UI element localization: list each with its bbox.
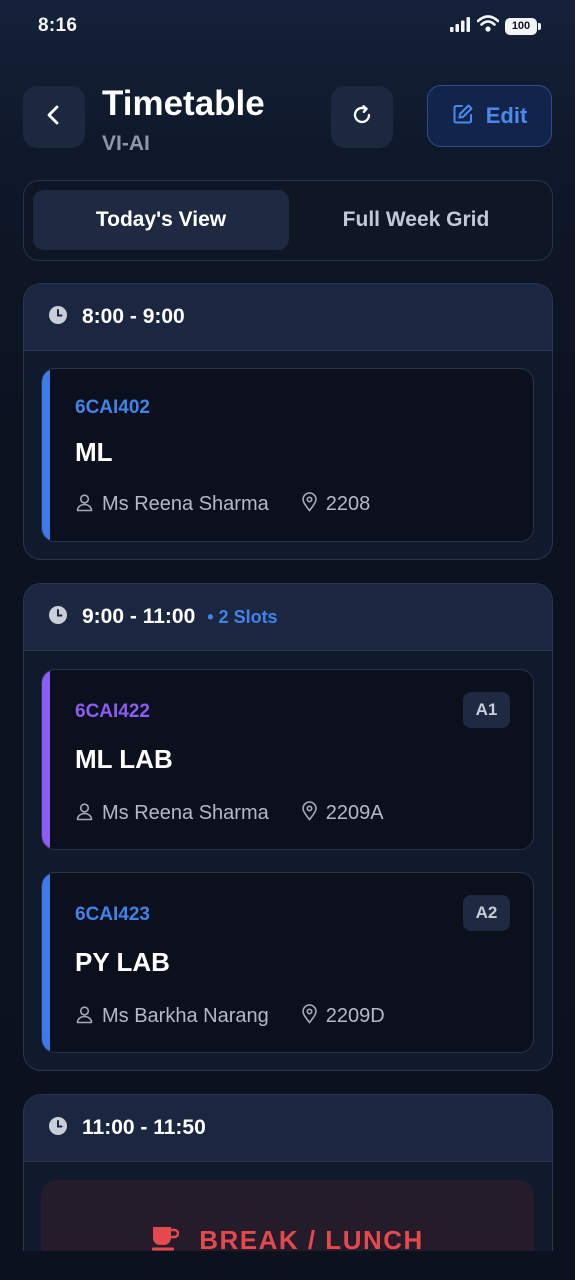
wifi-icon (476, 15, 500, 37)
clock-icon (48, 1116, 68, 1141)
slot-time: 9:00 - 11:00 (82, 605, 196, 628)
back-button[interactable] (23, 86, 85, 148)
timetable-list[interactable]: 8:00 - 9:00 6CAI402 ML Ms Reena Sharma 2… (23, 283, 553, 1251)
page-subtitle: VI-AI (102, 132, 150, 155)
header: Timetable VI-AI Edit (23, 84, 553, 164)
signal-icon (449, 16, 471, 37)
location-pin-icon (301, 492, 318, 517)
course-code: 6CAI402 (75, 397, 150, 418)
batch-tag: A2 (463, 895, 510, 931)
person-icon (75, 1005, 94, 1029)
room-number: 2209D (325, 1005, 385, 1027)
refresh-button[interactable] (331, 86, 393, 148)
location-pin-icon (301, 801, 318, 826)
course-name: PY LAB (75, 947, 170, 977)
course-code: 6CAI422 (75, 701, 150, 722)
edit-label: Edit (485, 103, 528, 128)
break-label: BREAK / LUNCH (199, 1224, 424, 1252)
course-name: ML LAB (75, 744, 173, 774)
battery-icon: 100 (505, 17, 541, 35)
status-bar: 8:16 100 (0, 0, 575, 52)
slot-header: 9:00 - 11:00 • 2 Slots (24, 584, 552, 651)
class-meta: Ms Reena Sharma 2208 (75, 492, 370, 517)
course-name: ML (75, 437, 113, 467)
slot-count: • 2 Slots (207, 606, 278, 627)
class-meta: Ms Barkha Narang 2209D (75, 1004, 385, 1029)
clock-icon (48, 305, 68, 330)
time-slot-group: 11:00 - 11:50 BREAK / LUNCH (23, 1094, 553, 1251)
class-card[interactable]: 6CAI423 PY LAB A2 Ms Barkha Narang 2209D (41, 872, 534, 1053)
room-number: 2208 (325, 493, 371, 515)
slot-time: 11:00 - 11:50 (82, 1116, 206, 1139)
status-time: 8:16 (38, 15, 78, 36)
back-icon (43, 104, 65, 131)
teacher-name: Ms Barkha Narang (102, 1005, 269, 1027)
slot-header: 11:00 - 11:50 (24, 1095, 552, 1162)
card-accent (42, 670, 50, 849)
card-accent (42, 369, 50, 541)
edit-icon (452, 103, 474, 130)
person-icon (75, 493, 94, 517)
timetable-screen: 8:16 100 Timetable VI-AI Edit Today's Vi… (0, 0, 575, 1280)
page-title: Timetable (102, 84, 265, 123)
batch-tag: A1 (463, 692, 510, 728)
tab-full-week-grid[interactable]: Full Week Grid (288, 190, 544, 250)
edit-button[interactable]: Edit (427, 85, 552, 147)
card-accent (42, 873, 50, 1052)
class-card[interactable]: 6CAI422 ML LAB A1 Ms Reena Sharma 2209A (41, 669, 534, 850)
refresh-icon (350, 103, 374, 132)
teacher-name: Ms Reena Sharma (102, 493, 269, 515)
class-meta: Ms Reena Sharma 2209A (75, 801, 384, 826)
break-card: BREAK / LUNCH (41, 1180, 534, 1251)
status-icons: 100 (449, 15, 541, 37)
class-card[interactable]: 6CAI402 ML Ms Reena Sharma 2208 (41, 368, 534, 542)
tab-todays-view[interactable]: Today's View (33, 190, 289, 250)
time-slot-group: 9:00 - 11:00 • 2 Slots 6CAI422 ML LAB A1… (23, 583, 553, 1071)
coffee-cup-icon (151, 1225, 180, 1252)
clock-icon (48, 605, 68, 630)
view-toggle: Today's View Full Week Grid (23, 180, 553, 261)
person-icon (75, 802, 94, 826)
teacher-name: Ms Reena Sharma (102, 802, 269, 824)
room-number: 2209A (325, 802, 384, 824)
slot-time: 8:00 - 9:00 (82, 305, 185, 328)
course-code: 6CAI423 (75, 904, 150, 925)
slot-header: 8:00 - 9:00 (24, 284, 552, 351)
location-pin-icon (301, 1004, 318, 1029)
time-slot-group: 8:00 - 9:00 6CAI402 ML Ms Reena Sharma 2… (23, 283, 553, 560)
